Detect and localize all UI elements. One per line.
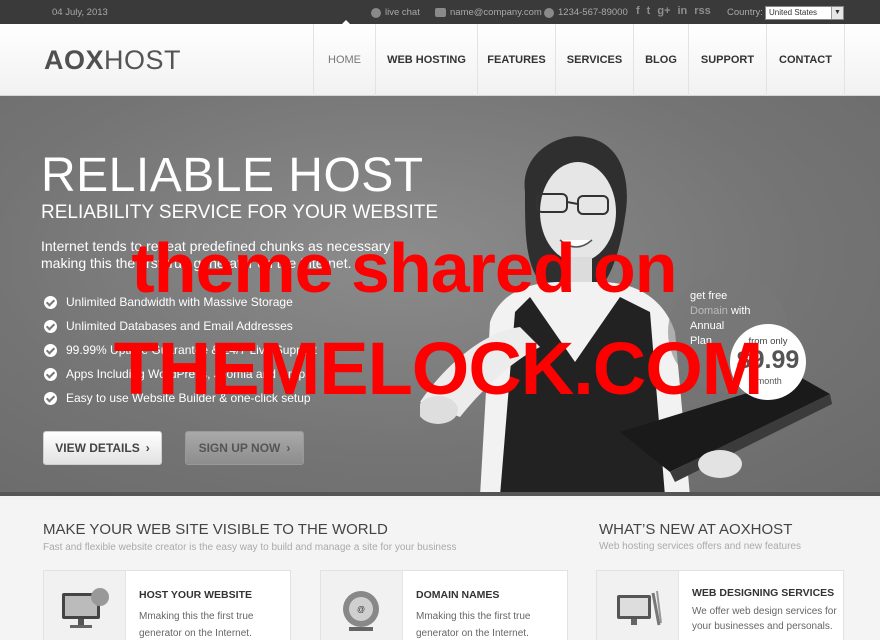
twitter-icon[interactable]: t (647, 5, 651, 17)
nav-support[interactable]: SUPPORT (688, 24, 766, 96)
google-plus-icon[interactable]: g+ (657, 5, 670, 17)
logo-light: HOST (104, 45, 182, 75)
hero-title: RELIABLE HOST (41, 149, 424, 202)
live-chat-link[interactable]: live chat (371, 7, 420, 18)
monitor-icon (62, 588, 109, 628)
rss-icon[interactable]: rss (694, 5, 711, 17)
sign-up-button[interactable]: SIGN UP NOW › (185, 431, 304, 465)
section-subtitle-right: Web hosting services offers and new feat… (599, 541, 801, 552)
card-text: Mmaking this the first true generator on… (139, 611, 254, 639)
design-monitor-icon (617, 590, 662, 626)
section-title-right: WHAT’S NEW AT AOXHOST (599, 521, 793, 538)
facebook-icon[interactable]: f (636, 5, 640, 17)
main-nav: HOME WEB HOSTING FEATURES SERVICES BLOG … (313, 24, 845, 96)
top-bar: 04 July, 2013 live chat name@company.com… (0, 0, 880, 25)
nav-web-hosting[interactable]: WEB HOSTING (375, 24, 477, 96)
chevron-down-icon: ▼ (831, 7, 843, 19)
card-text: We offer web design services for your bu… (692, 606, 837, 632)
service-card[interactable]: WEB DESIGNING SERVICES We offer web desi… (596, 570, 844, 640)
watermark-line-1: theme shared on (131, 229, 677, 307)
live-chat-label: live chat (385, 7, 420, 18)
section-title-left: MAKE YOUR WEB SITE VISIBLE TO THE WORLD (43, 521, 388, 538)
nav-services[interactable]: SERVICES (555, 24, 633, 96)
service-card[interactable]: HOST YOUR WEBSITE Mmaking this the first… (43, 570, 291, 640)
site-header: AOXHOST HOME WEB HOSTING FEATURES SERVIC… (0, 24, 880, 96)
social-links: f t g+ in rss (636, 5, 711, 17)
phone-info: 1234-567-89000 (544, 7, 628, 18)
watermark-line-2: THEMELOCK.COM (113, 327, 764, 410)
email-label: name@company.com (450, 7, 542, 18)
sign-up-label: SIGN UP NOW (198, 441, 281, 455)
card-title: WEB DESIGNING SERVICES (692, 587, 835, 599)
nav-features[interactable]: FEATURES (477, 24, 555, 96)
country-label: Country: (727, 7, 763, 18)
globe-www-icon: @ (343, 591, 379, 631)
hero-subtitle: RELIABILITY SERVICE FOR YOUR WEBSITE (41, 202, 438, 223)
card-title: DOMAIN NAMES (416, 589, 500, 601)
card-title: HOST YOUR WEBSITE (139, 589, 252, 601)
chevron-right-icon: › (286, 441, 291, 455)
logo-bold: AOX (44, 45, 105, 75)
email-link[interactable]: name@company.com (435, 7, 542, 18)
section-subtitle-left: Fast and flexible website creator is the… (43, 542, 457, 553)
envelope-icon (435, 8, 446, 17)
chat-bubble-icon (371, 7, 381, 18)
chevron-right-icon: › (145, 441, 150, 455)
view-details-button[interactable]: VIEW DETAILS › (43, 431, 162, 465)
nav-home[interactable]: HOME (313, 24, 375, 96)
headset-icon (544, 7, 554, 18)
phone-label: 1234-567-89000 (558, 7, 628, 18)
nav-blog[interactable]: BLOG (633, 24, 688, 96)
service-card[interactable]: @ DOMAIN NAMES Mmaking this the first tr… (320, 570, 568, 640)
card-text: Mmaking this the first true generator on… (416, 611, 531, 639)
nav-contact[interactable]: CONTACT (766, 24, 845, 96)
view-details-label: VIEW DETAILS (55, 441, 140, 455)
svg-text:@: @ (357, 605, 365, 614)
content-section: MAKE YOUR WEB SITE VISIBLE TO THE WORLD … (0, 500, 880, 640)
country-select-value: United States (769, 8, 818, 17)
date-text: 04 July, 2013 (52, 7, 108, 18)
site-logo[interactable]: AOXHOST (44, 45, 181, 76)
country-select[interactable]: United States ▼ (765, 6, 844, 20)
linkedin-icon[interactable]: in (678, 5, 688, 17)
